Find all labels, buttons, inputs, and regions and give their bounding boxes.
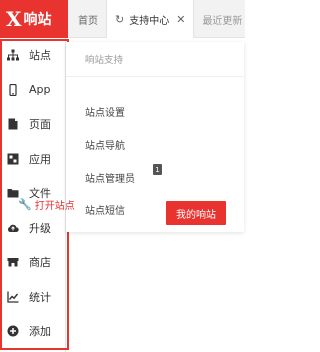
sidebar-item-label: App <box>29 83 51 97</box>
sidebar-item-add[interactable]: 添加 <box>0 314 65 349</box>
brand-x-icon: X <box>6 7 22 31</box>
sidebar: 站点 App 页面 应用 文件 升级 商店 统计 添加 <box>0 38 66 352</box>
notification-badge: 1 <box>153 164 162 175</box>
menu-item-site-navigation[interactable]: 站点导航 <box>85 137 125 152</box>
my-site-button[interactable]: 我的响站 <box>166 201 226 225</box>
tab-support-center[interactable]: ↻ 支持中心 ✕ <box>107 0 195 38</box>
sidebar-item-label: 页面 <box>29 118 51 132</box>
sidebar-item-stats[interactable]: 统计 <box>0 280 65 315</box>
mobile-icon <box>6 83 20 97</box>
menu-item-site-settings[interactable]: 站点设置 <box>85 104 125 119</box>
sidebar-item-label: 商店 <box>29 256 51 270</box>
tab-support-center-label: 支持中心 <box>129 15 170 27</box>
cloud-upload-icon <box>6 221 20 235</box>
sitemap-icon <box>6 48 20 62</box>
tab-bar: 首页 ↻ 支持中心 ✕ 最近更新 <box>68 0 245 38</box>
sidebar-item-label: 站点 <box>29 49 51 63</box>
sidebar-item-upgrade[interactable]: 升级 <box>0 211 65 246</box>
menu-item-site-sms[interactable]: 站点短信 <box>85 202 125 217</box>
brand-name: 响站 <box>23 12 52 28</box>
close-icon[interactable]: ✕ <box>176 13 185 26</box>
panel-title: 响站支持 <box>85 55 124 66</box>
sidebar-item-store[interactable]: 商店 <box>0 245 65 280</box>
refresh-icon[interactable]: ↻ <box>115 13 124 26</box>
sidebar-item-app[interactable]: App <box>0 73 65 108</box>
sidebar-item-site[interactable]: 站点 <box>0 38 65 73</box>
wrench-icon: 🔧 <box>18 198 32 211</box>
sidebar-item-apps[interactable]: 应用 <box>0 142 65 177</box>
panel-divider <box>66 76 244 77</box>
tab-home[interactable]: 首页 <box>68 0 107 38</box>
sidebar-item-label: 统计 <box>29 290 51 304</box>
top-bar: X 响站 首页 ↻ 支持中心 ✕ 最近更新 <box>0 0 245 38</box>
brand-logo[interactable]: X 响站 <box>0 0 68 38</box>
store-icon <box>6 255 20 269</box>
sidebar-item-page[interactable]: 页面 <box>0 107 65 142</box>
chart-icon <box>6 290 20 304</box>
page-icon <box>6 117 20 131</box>
sidebar-item-label: 升级 <box>29 221 51 235</box>
sidebar-item-label: 应用 <box>29 152 51 166</box>
menu-item-site-admins[interactable]: 站点管理员 <box>85 170 135 185</box>
tab-recent-updates[interactable]: 最近更新 <box>194 0 250 38</box>
tab-home-label: 首页 <box>78 15 98 27</box>
plus-circle-icon <box>6 324 20 338</box>
apps-icon <box>6 152 20 166</box>
open-site-label: 打开站点 <box>34 201 75 212</box>
open-site-link[interactable]: 🔧 打开站点 <box>18 197 75 212</box>
sidebar-item-label: 添加 <box>29 325 51 339</box>
tab-recent-updates-label: 最近更新 <box>202 15 243 27</box>
